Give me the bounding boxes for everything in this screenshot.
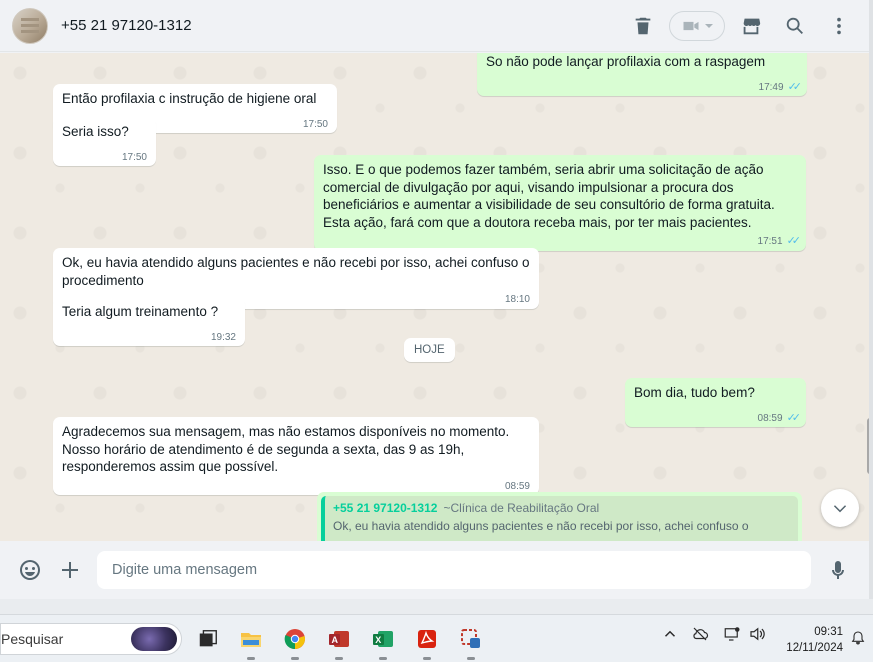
- system-clock[interactable]: 09:31 12/11/2024: [786, 624, 843, 656]
- reply-message[interactable]: +55 21 97120-1312 ~Clínica de Reabilitaçã…: [317, 492, 802, 541]
- chevron-down-icon: [833, 505, 847, 513]
- svg-text:A: A: [332, 635, 339, 645]
- message-list[interactable]: So não pode lançar profilaxia com a rasp…: [0, 53, 869, 541]
- message-time: 17:50: [302, 118, 328, 130]
- message-text: Ok, eu havia atendido alguns pacientes e…: [62, 255, 530, 288]
- chrome-icon[interactable]: [281, 625, 309, 660]
- svg-text:X: X: [375, 635, 381, 645]
- clock-time: 09:31: [814, 626, 843, 638]
- access-icon[interactable]: A: [325, 625, 353, 660]
- task-view-icon[interactable]: [194, 625, 222, 653]
- message-text: Seria isso?: [62, 124, 129, 139]
- quoted-sender: +55 21 97120-1312: [333, 501, 438, 515]
- os-taskbar: Pesquisar A X 09:31 12/11/2024: [0, 614, 873, 662]
- contact-avatar[interactable]: [12, 7, 48, 44]
- video-call-button[interactable]: [669, 11, 725, 41]
- message-incoming[interactable]: Agradecemos sua mensagem, mas não estamo…: [53, 417, 539, 495]
- video-call-icon: [683, 21, 698, 31]
- delete-icon[interactable]: [627, 10, 659, 42]
- message-input[interactable]: [97, 551, 811, 589]
- plus-icon: [62, 562, 78, 578]
- taskbar-search-label: Pesquisar: [1, 631, 64, 647]
- file-explorer-icon[interactable]: [237, 625, 265, 660]
- quoted-sender-name: ~Clínica de Reabilitação Oral: [443, 501, 600, 515]
- contact-name[interactable]: +55 21 97120-1312: [61, 17, 192, 34]
- chevron-down-icon: [704, 24, 713, 28]
- chat-header: +55 21 97120-1312: [0, 0, 869, 52]
- taskbar-search[interactable]: Pesquisar: [0, 623, 182, 655]
- message-time: 17:50: [121, 151, 147, 163]
- voice-message-button[interactable]: [818, 550, 858, 590]
- message-time: 08:59 ✓✓: [757, 411, 802, 424]
- message-incoming[interactable]: Teria algum treinamento ? 19:32: [53, 297, 245, 346]
- excel-icon[interactable]: X: [369, 625, 397, 660]
- onedrive-offline-icon[interactable]: [691, 625, 709, 648]
- window-bottom-edge: [0, 599, 873, 614]
- search-highlight-icon: [131, 627, 177, 651]
- message-text: Isso. E o que podemos fazer também, seri…: [323, 162, 775, 230]
- network-icon[interactable]: [723, 625, 741, 648]
- notifications-bell-icon[interactable]: [850, 630, 866, 651]
- message-text: Bom dia, tudo bem?: [634, 385, 755, 400]
- message-text: Então profilaxia c instrução de higiene …: [62, 91, 317, 106]
- emoji-button[interactable]: [10, 550, 50, 590]
- message-text: Teria algum treinamento ?: [62, 304, 219, 319]
- header-actions: [627, 10, 855, 42]
- composer-bar: [0, 541, 869, 599]
- read-ticks-icon: ✓✓: [786, 411, 802, 424]
- message-text: Agradecemos sua mensagem, mas não estamo…: [62, 424, 510, 474]
- store-icon[interactable]: [735, 10, 767, 42]
- quoted-message[interactable]: +55 21 97120-1312 ~Clínica de Reabilitaçã…: [321, 496, 798, 541]
- snipping-tool-icon[interactable]: [457, 625, 485, 660]
- search-icon[interactable]: [779, 10, 811, 42]
- microphone-icon: [832, 561, 844, 579]
- show-hidden-icons-icon[interactable]: [661, 625, 679, 648]
- window-edge: [869, 0, 873, 614]
- scroll-to-bottom-button[interactable]: [821, 489, 859, 527]
- message-time: 19:32: [210, 331, 236, 343]
- message-outgoing[interactable]: So não pode lançar profilaxia com a rasp…: [477, 53, 807, 96]
- message-text: So não pode lançar profilaxia com a rasp…: [486, 54, 766, 69]
- date-divider: HOJE: [404, 338, 455, 362]
- menu-icon[interactable]: [823, 10, 855, 42]
- read-ticks-icon: ✓✓: [786, 235, 802, 247]
- volume-icon[interactable]: [748, 625, 766, 648]
- quoted-text: Ok, eu havia atendido alguns pacientes e…: [333, 519, 749, 533]
- message-time: 17:49 ✓✓: [758, 80, 803, 93]
- pdf-reader-icon[interactable]: [413, 625, 441, 660]
- message-outgoing[interactable]: Isso. E o que podemos fazer também, seri…: [314, 155, 806, 251]
- emoji-icon: [20, 560, 40, 580]
- attach-button[interactable]: [50, 550, 90, 590]
- read-ticks-icon: ✓✓: [787, 80, 803, 93]
- message-incoming[interactable]: Seria isso? 17:50: [53, 117, 156, 166]
- message-outgoing[interactable]: Bom dia, tudo bem? 08:59 ✓✓: [625, 378, 806, 427]
- clock-date: 12/11/2024: [786, 642, 843, 654]
